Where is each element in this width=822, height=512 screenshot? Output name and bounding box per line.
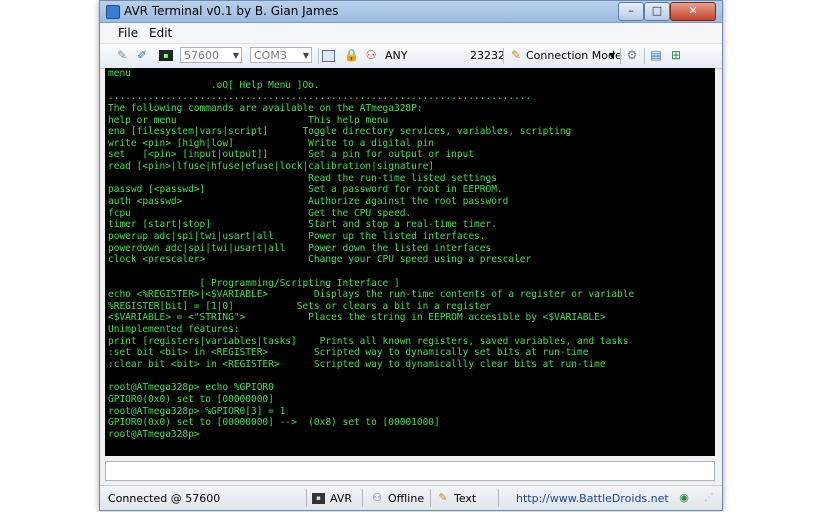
terminal-line: set [<pin> [input|output]] Set a pin for… bbox=[108, 149, 475, 161]
baud-rate-select[interactable]: 57600 ▼ bbox=[180, 47, 242, 63]
command-input-box[interactable] bbox=[105, 461, 718, 484]
status-bar: Connected @ 57600 ▪ AVR ⚇ Offline ✎ Text… bbox=[100, 485, 722, 510]
toolbar: ✎ ✐ ▪ 57600 ▼ COM3 ▼ 🔒 ⚇ ANY 23232 ✎ Con… bbox=[100, 43, 722, 69]
terminal-line: clock <prescaler> Change your CPU speed … bbox=[108, 254, 532, 266]
format-status: Text bbox=[454, 492, 477, 505]
globe-icon: ◉ bbox=[679, 491, 689, 504]
device-status: AVR bbox=[330, 492, 352, 505]
connection-mode-label: Connection Mode bbox=[526, 49, 622, 62]
title-bar[interactable]: AVR Terminal v0.1 by B. Gian James – □ ✕ bbox=[100, 1, 722, 23]
terminal-line: :set bit <bit> in <REGISTER> Scripted wa… bbox=[108, 347, 589, 359]
terminal-line: write <pin> [high|low] Write to a digita… bbox=[108, 137, 435, 149]
app-icon bbox=[106, 5, 120, 19]
terminal-line: Unimplemented features: bbox=[108, 324, 240, 336]
close-button[interactable]: ✕ bbox=[670, 2, 716, 21]
terminal-icon[interactable]: ▪ bbox=[159, 50, 173, 61]
terminal-line: ........................................… bbox=[108, 91, 532, 103]
status-divider bbox=[498, 489, 499, 507]
app-window: AVR Terminal v0.1 by B. Gian James – □ ✕… bbox=[99, 0, 723, 511]
network-icon[interactable]: ⚇ bbox=[364, 48, 378, 62]
text-format-icon: ✎ bbox=[438, 491, 448, 504]
terminal-line: timer [start|stop] Start and stop a real… bbox=[108, 219, 497, 231]
connection-mode-icon: ✎ bbox=[510, 48, 522, 62]
toolbar-divider bbox=[620, 48, 621, 64]
terminal-line: powerdown adc|spi|twi|usart|all Power do… bbox=[108, 242, 492, 254]
chevron-down-icon: ▼ bbox=[609, 51, 616, 60]
terminal-lines: menu .oO[ Help Menu ]Oo.................… bbox=[108, 68, 634, 441]
terminal-line: fcpu Get the CPU speed. bbox=[108, 207, 412, 219]
terminal-line: passwd [<passwd>] Set a password for roo… bbox=[108, 184, 503, 196]
terminal-line: auth <passwd> Authorize against the root… bbox=[108, 196, 509, 208]
address-value: ANY bbox=[385, 49, 408, 62]
terminal-line: %REGISTER[bit] = [1|0] Sets or clears a … bbox=[108, 300, 492, 312]
terminal-line: GPIOR0(0x0) set to [00000000] --> (0x8) … bbox=[108, 417, 440, 429]
status-divider bbox=[430, 489, 431, 507]
com-port-select[interactable]: COM3 ▼ bbox=[250, 47, 312, 63]
terminal-line: help or menu This help menu bbox=[108, 114, 389, 126]
mode-status: Offline bbox=[388, 492, 425, 505]
minimize-button[interactable]: – bbox=[618, 2, 644, 21]
menu-bar: File Edit bbox=[100, 23, 722, 43]
lock-icon[interactable]: 🔒 bbox=[344, 48, 359, 62]
terminal-line: echo <%REGISTER>|<$VARIABLE> Displays th… bbox=[108, 289, 635, 301]
toolbar-divider bbox=[318, 48, 319, 64]
toolbar-divider bbox=[503, 48, 504, 64]
terminal-line: :clear bit <bit> in <REGISTER> Scripted … bbox=[108, 359, 606, 371]
com-port-value: COM3 bbox=[254, 49, 287, 62]
chevron-down-icon: ▼ bbox=[232, 51, 239, 60]
gear-icon[interactable]: ⚙ bbox=[625, 48, 639, 62]
toolbar-divider bbox=[644, 48, 645, 64]
terminal-line: root@ATmega328p> echo %GPIOR0 bbox=[108, 382, 274, 394]
notebook-icon[interactable]: ▤ bbox=[649, 48, 663, 62]
terminal-line: print [registers|variables|tasks] Prints… bbox=[108, 335, 629, 347]
window-title: AVR Terminal v0.1 by B. Gian James bbox=[124, 4, 339, 18]
window-icon[interactable] bbox=[322, 50, 335, 62]
terminal-line: root@ATmega328p> %GPIOR0[3] = 1 bbox=[108, 405, 286, 417]
baud-rate-value: 57600 bbox=[184, 49, 219, 62]
chip-icon: ▪ bbox=[312, 493, 325, 504]
terminal-line: Read the run-time listed settings bbox=[108, 172, 497, 184]
connection-mode-dropdown[interactable]: ✎ Connection Mode ▼ bbox=[507, 46, 622, 66]
terminal-line: [ Programming/Scripting Interface ] bbox=[108, 277, 400, 289]
command-input[interactable] bbox=[106, 464, 718, 484]
resize-grip-icon[interactable]: ⋰ bbox=[702, 491, 716, 505]
terminal-line: .oO[ Help Menu ]Oo. bbox=[108, 79, 320, 91]
terminal-line: menu bbox=[108, 68, 131, 79]
connection-status: Connected @ 57600 bbox=[108, 492, 221, 505]
terminal-line: ena [filesystem|vars|script] Toggle dire… bbox=[108, 126, 572, 138]
website-link[interactable]: http://www.BattleDroids.net bbox=[516, 492, 669, 505]
maximize-button[interactable]: □ bbox=[644, 2, 670, 21]
menu-edit[interactable]: Edit bbox=[149, 26, 172, 40]
connection-icon: ⚇ bbox=[372, 491, 382, 504]
status-divider bbox=[362, 489, 363, 507]
wand-icon[interactable]: ✐ bbox=[135, 48, 149, 62]
terminal-line: read [<pin>|lfuse|hfuse|efuse|lock|calib… bbox=[108, 161, 435, 173]
tcp-port-value: 23232 bbox=[470, 49, 505, 62]
terminal-line: <$VARIABLE> = <"STRING"> Places the stri… bbox=[108, 312, 606, 324]
menu-file[interactable]: File bbox=[118, 26, 138, 40]
terminal-line: root@ATmega328p> bbox=[108, 428, 200, 440]
pencil-icon[interactable]: ✎ bbox=[115, 48, 129, 62]
terminal-output[interactable]: menu .oO[ Help Menu ]Oo.................… bbox=[105, 68, 715, 456]
chevron-down-icon: ▼ bbox=[302, 51, 309, 60]
terminal-line: GPIOR0(0x0) set to [00000000] bbox=[108, 393, 274, 405]
terminal-line: The following commands are available on … bbox=[108, 102, 423, 114]
tree-icon[interactable]: ⊞ bbox=[669, 48, 683, 62]
status-divider bbox=[306, 489, 307, 507]
terminal-line: powerup adc|spi|twi|usart|all Power up t… bbox=[108, 230, 486, 242]
